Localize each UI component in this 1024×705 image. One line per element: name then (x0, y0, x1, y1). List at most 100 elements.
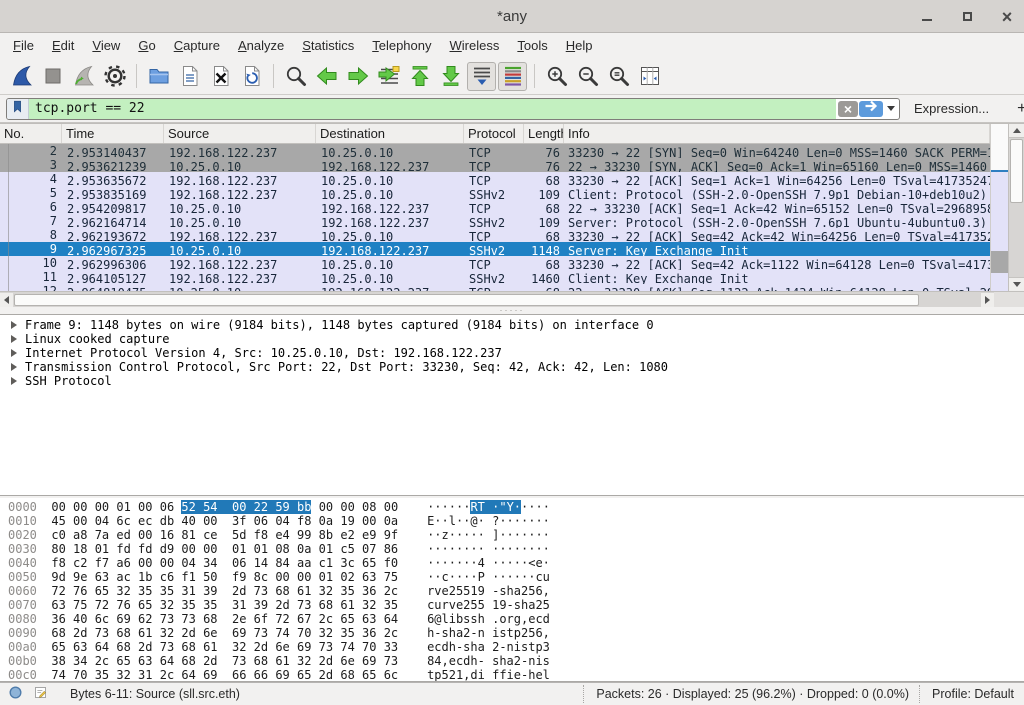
stop-capture-button[interactable] (38, 62, 67, 91)
zoom-eq-icon (607, 64, 631, 88)
hex-row-00c0[interactable]: 00c0 74 70 35 32 31 2c 64 69 66 66 69 65… (8, 668, 1024, 682)
hex-row-0050[interactable]: 0050 9d 9e 63 ac 1b c6 f1 50 f9 8c 00 00… (8, 570, 1024, 584)
hex-row-0010[interactable]: 0010 45 00 04 6c ec db 40 00 3f 06 04 f8… (8, 514, 1024, 528)
hex-row-0030[interactable]: 0030 80 18 01 fd fd d9 00 00 01 01 08 0a… (8, 542, 1024, 556)
hex-row-0060[interactable]: 0060 72 76 65 32 35 35 31 39 2d 73 68 61… (8, 584, 1024, 598)
packet-row-9[interactable]: 92.96296732510.25.0.10192.168.122.237SSH… (0, 242, 990, 256)
find-packet-button[interactable] (281, 62, 310, 91)
scroll-up-button[interactable] (1009, 124, 1024, 138)
hex-row-00b0[interactable]: 00b0 38 34 2c 65 63 64 68 2d 73 68 61 32… (8, 654, 1024, 668)
hex-row-0070[interactable]: 0070 63 75 72 76 65 32 35 35 31 39 2d 73… (8, 598, 1024, 612)
detail-line-0[interactable]: Frame 9: 1148 bytes on wire (9184 bits),… (0, 318, 1024, 332)
zoom-reset-button[interactable] (604, 62, 633, 91)
menu-go[interactable]: Go (129, 35, 164, 56)
packet-row-11[interactable]: 112.964105127192.168.122.23710.25.0.10SS… (0, 270, 990, 284)
minimize-button[interactable] (918, 8, 936, 26)
packet-list-minimap[interactable] (990, 124, 1008, 291)
column-header-source[interactable]: Source (164, 124, 316, 143)
menu-help[interactable]: Help (557, 35, 602, 56)
expression-button[interactable]: Expression... (914, 101, 989, 116)
capture-options-button[interactable] (100, 62, 129, 91)
maximize-button[interactable] (958, 8, 976, 26)
go-forward-button[interactable] (343, 62, 372, 91)
go-back-button[interactable] (312, 62, 341, 91)
capture-comment-button[interactable] (33, 686, 49, 702)
filter-apply-button[interactable] (859, 101, 883, 117)
hex-text (37, 584, 51, 598)
go-to-packet-button[interactable] (374, 62, 403, 91)
packet-row-7[interactable]: 72.96216471410.25.0.10192.168.122.237SSH… (0, 214, 990, 228)
open-capture-file-button[interactable] (144, 62, 173, 91)
display-filter-input[interactable]: tcp.port == 22 (29, 99, 836, 119)
title-bar[interactable]: *any × (0, 0, 1024, 33)
hex-row-00a0[interactable]: 00a0 65 63 64 68 2d 73 68 61 32 2d 6e 69… (8, 640, 1024, 654)
start-capture-button[interactable] (7, 62, 36, 91)
cell-dest: 10.25.0.10 (316, 144, 464, 158)
column-header-no[interactable]: No. (0, 124, 62, 143)
pane-splitter[interactable]: ····· (0, 306, 1024, 314)
cell-proto: TCP (464, 158, 524, 172)
filter-clear-button[interactable]: × (838, 101, 858, 117)
menu-edit[interactable]: Edit (43, 35, 83, 56)
close-capture-file-button[interactable] (206, 62, 235, 91)
menu-file[interactable]: File (4, 35, 43, 56)
expert-info-button[interactable] (8, 686, 24, 702)
menu-wireless[interactable]: Wireless (441, 35, 509, 56)
column-header-dest[interactable]: Destination (316, 124, 464, 143)
zoom-in-button[interactable] (542, 62, 571, 91)
profile-status[interactable]: Profile: Default (919, 685, 1016, 703)
hex-row-0020[interactable]: 0020 c0 a8 7a ed 00 16 81 ce 5d f8 e4 99… (8, 528, 1024, 542)
auto-scroll-button[interactable] (467, 62, 496, 91)
detail-line-3[interactable]: Transmission Control Protocol, Src Port:… (0, 360, 1024, 374)
detail-line-2[interactable]: Internet Protocol Version 4, Src: 10.25.… (0, 346, 1024, 360)
filter-history-dropdown[interactable] (883, 99, 899, 119)
column-header-proto[interactable]: Protocol (464, 124, 524, 143)
hex-offset: 0010 (8, 514, 37, 528)
go-to-last-packet-button[interactable] (436, 62, 465, 91)
menu-statistics[interactable]: Statistics (293, 35, 363, 56)
packet-row-2[interactable]: 22.953140437192.168.122.23710.25.0.10TCP… (0, 144, 990, 158)
horizontal-scrollbar-thumb[interactable] (14, 294, 919, 306)
hex-text (37, 528, 51, 542)
packet-list-horizontal-scrollbar[interactable] (0, 291, 994, 307)
menu-capture[interactable]: Capture (165, 35, 229, 56)
hex-row-0090[interactable]: 0090 68 2d 73 68 61 32 2d 6e 69 73 74 70… (8, 626, 1024, 640)
menu-view[interactable]: View (83, 35, 129, 56)
packet-row-5[interactable]: 52.953835169192.168.122.23710.25.0.10SSH… (0, 186, 990, 200)
close-button[interactable]: × (998, 8, 1016, 26)
packet-row-3[interactable]: 32.95362123910.25.0.10192.168.122.237TCP… (0, 158, 990, 172)
hex-row-0000[interactable]: 0000 00 00 00 01 00 06 52 54 00 22 59 bb… (8, 500, 1024, 514)
packet-row-8[interactable]: 82.962193672192.168.122.23710.25.0.10TCP… (0, 228, 990, 242)
filter-bookmark-button[interactable] (7, 99, 29, 119)
column-header-len[interactable]: Length (524, 124, 564, 143)
hex-row-0080[interactable]: 0080 36 40 6c 69 62 73 73 68 2e 6f 72 67… (8, 612, 1024, 626)
menu-analyze[interactable]: Analyze (229, 35, 293, 56)
detail-line-4[interactable]: SSH Protocol (0, 374, 1024, 388)
ascii-gap (485, 626, 492, 640)
restart-capture-button[interactable] (69, 62, 98, 91)
menu-tools[interactable]: Tools (508, 35, 556, 56)
packet-row-12[interactable]: 122.96481047510.25.0.10192.168.122.237TC… (0, 284, 990, 291)
zoom-out-button[interactable] (573, 62, 602, 91)
reload-capture-file-button[interactable] (237, 62, 266, 91)
resize-columns-button[interactable] (635, 62, 664, 91)
scroll-down-button[interactable] (1009, 277, 1024, 291)
save-capture-file-button[interactable] (175, 62, 204, 91)
add-filter-button[interactable]: + (1011, 100, 1024, 118)
vertical-scrollbar-thumb[interactable] (1010, 139, 1023, 203)
colorize-packets-button[interactable] (498, 62, 527, 91)
packet-row-6[interactable]: 62.95420981710.25.0.10192.168.122.237TCP… (0, 200, 990, 214)
display-filter-field[interactable]: tcp.port == 22 × (6, 98, 900, 120)
packet-row-10[interactable]: 102.962996306192.168.122.23710.25.0.10TC… (0, 256, 990, 270)
go-to-first-packet-button[interactable] (405, 62, 434, 91)
menu-telephony[interactable]: Telephony (363, 35, 440, 56)
hex-row-0040[interactable]: 0040 f8 c2 f7 a6 00 00 04 34 06 14 84 aa… (8, 556, 1024, 570)
column-header-time[interactable]: Time (62, 124, 164, 143)
packet-row-4[interactable]: 42.953635672192.168.122.23710.25.0.10TCP… (0, 172, 990, 186)
hex-text (398, 598, 427, 612)
packet-list-vertical-scrollbar[interactable] (1008, 124, 1024, 291)
scroll-right-button[interactable] (981, 293, 994, 307)
scroll-left-button[interactable] (0, 293, 13, 307)
detail-line-1[interactable]: Linux cooked capture (0, 332, 1024, 346)
column-header-info[interactable]: Info (564, 124, 990, 143)
